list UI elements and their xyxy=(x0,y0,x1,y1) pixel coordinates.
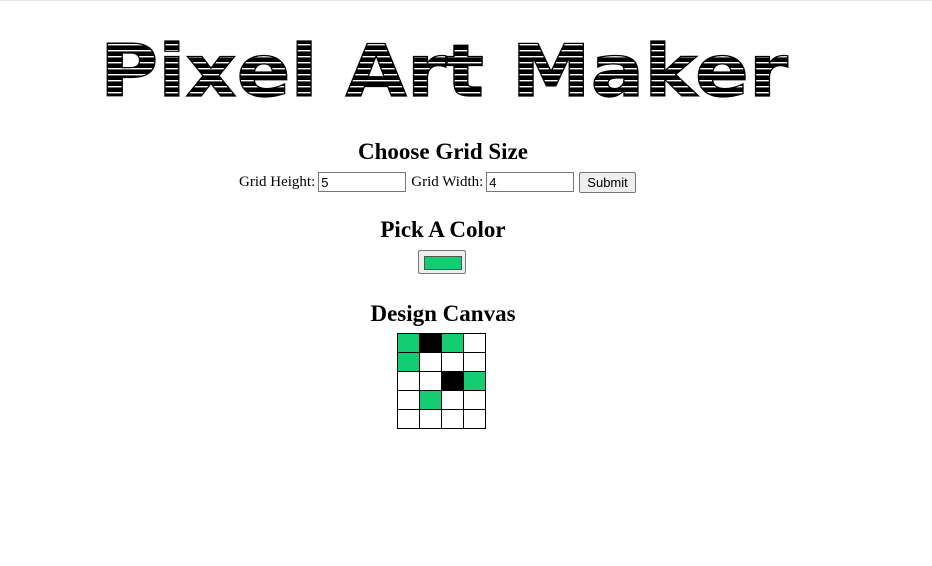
canvas-cell[interactable] xyxy=(441,352,464,372)
canvas-section: Design Canvas xyxy=(0,301,886,327)
canvas-cell[interactable] xyxy=(441,333,464,353)
canvas-heading: Design Canvas xyxy=(370,301,516,326)
grid-size-section: Choose Grid Size xyxy=(0,139,886,165)
submit-button[interactable]: Submit xyxy=(579,171,636,193)
canvas-cell[interactable] xyxy=(397,409,420,429)
color-swatch xyxy=(424,256,462,270)
canvas-cell[interactable] xyxy=(419,333,442,353)
color-section: Pick A Color xyxy=(0,217,886,243)
canvas-cell[interactable] xyxy=(463,352,486,372)
canvas-cell[interactable] xyxy=(419,352,442,372)
canvas-cell[interactable] xyxy=(463,333,486,353)
top-border xyxy=(0,0,932,1)
color-heading: Pick A Color xyxy=(380,217,506,242)
canvas-row xyxy=(397,390,486,410)
canvas-cell[interactable] xyxy=(397,333,420,353)
grid-width-label: Grid Width: xyxy=(411,174,484,190)
canvas-cell[interactable] xyxy=(397,390,420,410)
canvas-cell[interactable] xyxy=(463,390,486,410)
logo-text: Pixel Art Maker xyxy=(100,36,789,100)
grid-width-input[interactable] xyxy=(486,172,575,192)
logo: Pixel Art Maker xyxy=(100,36,790,100)
canvas-cell[interactable] xyxy=(463,371,486,391)
canvas-cell[interactable] xyxy=(419,371,442,391)
canvas-cell[interactable] xyxy=(397,371,420,391)
canvas-row xyxy=(397,333,486,353)
canvas-cell[interactable] xyxy=(463,409,486,429)
canvas-cell[interactable] xyxy=(441,390,464,410)
canvas-cell[interactable] xyxy=(397,352,420,372)
canvas-cell[interactable] xyxy=(419,409,442,429)
canvas-row xyxy=(397,409,486,429)
grid-height-label: Grid Height: xyxy=(239,174,316,190)
grid-height-input[interactable] xyxy=(318,172,407,192)
grid-size-heading: Choose Grid Size xyxy=(358,139,528,164)
grid-size-form: Grid Height: Grid Width: Submit xyxy=(239,171,636,193)
pixel-canvas xyxy=(397,333,486,429)
canvas-row xyxy=(397,352,486,372)
canvas-cell[interactable] xyxy=(441,409,464,429)
canvas-cell[interactable] xyxy=(441,371,464,391)
canvas-cell[interactable] xyxy=(419,390,442,410)
canvas-row xyxy=(397,371,486,391)
color-picker[interactable] xyxy=(418,250,466,274)
